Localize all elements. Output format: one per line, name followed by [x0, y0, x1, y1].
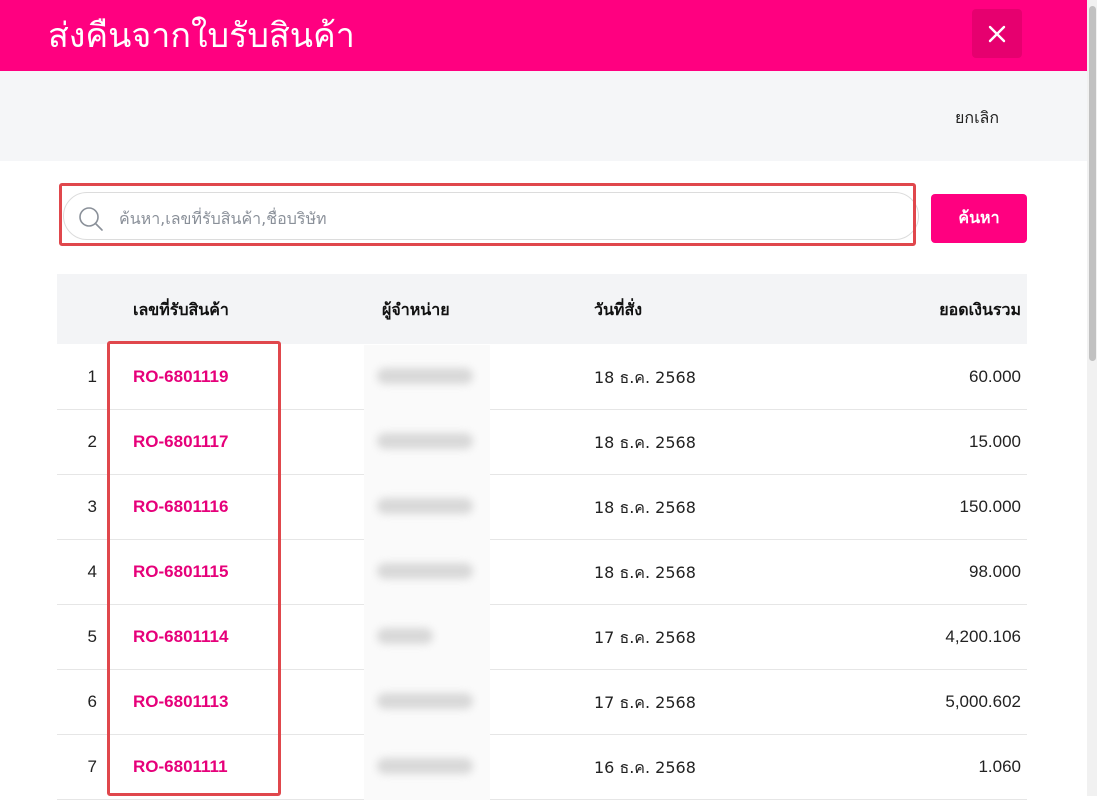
- supplier-cell: [364, 670, 490, 735]
- supplier-cell: [364, 605, 490, 670]
- supplier-redacted: [377, 498, 473, 514]
- supplier-cell: [364, 410, 490, 475]
- supplier-redacted: [377, 693, 473, 709]
- total-amount: 15.000: [969, 432, 1021, 451]
- total-amount: 5,000.602: [945, 692, 1021, 711]
- supplier-cell: [364, 540, 490, 605]
- supplier-redacted: [377, 368, 473, 384]
- row-number: 4: [87, 562, 97, 581]
- total-amount: 60.000: [969, 367, 1021, 386]
- supplier-redacted: [377, 433, 473, 449]
- modal-header: ส่งคืนจากใบรับสินค้า: [0, 0, 1087, 71]
- receipt-column-highlight-box: [107, 341, 281, 796]
- supplier-cell: [364, 475, 490, 540]
- total-amount: 4,200.106: [945, 627, 1021, 646]
- total-amount: 150.000: [959, 497, 1021, 516]
- close-icon: [988, 25, 1006, 42]
- total-amount: 1.060: [978, 757, 1021, 776]
- order-date: 18 ธ.ค. 2568: [594, 498, 696, 517]
- supplier-cell: [364, 735, 490, 800]
- row-number: 1: [87, 367, 97, 386]
- order-date: 17 ธ.ค. 2568: [594, 628, 696, 647]
- header-receipt-no: เลขที่รับสินค้า: [133, 300, 229, 319]
- order-date: 17 ธ.ค. 2568: [594, 693, 696, 712]
- row-number: 3: [87, 497, 97, 516]
- modal-toolbar: [0, 71, 1087, 161]
- order-date: 18 ธ.ค. 2568: [594, 433, 696, 452]
- header-total: ยอดเงินรวม: [939, 300, 1021, 319]
- header-order-date: วันที่สั่ง: [594, 300, 643, 319]
- row-number: 5: [87, 627, 97, 646]
- supplier-cell: [364, 345, 490, 410]
- search-highlight-box: [59, 183, 916, 246]
- search-button[interactable]: ค้นหา: [931, 194, 1027, 243]
- total-amount: 98.000: [969, 562, 1021, 581]
- supplier-redacted: [377, 628, 433, 644]
- row-number: 7: [87, 757, 97, 776]
- order-date: 16 ธ.ค. 2568: [594, 758, 696, 777]
- supplier-redacted: [377, 563, 473, 579]
- close-button[interactable]: [972, 9, 1022, 58]
- order-date: 18 ธ.ค. 2568: [594, 563, 696, 582]
- modal-title: ส่งคืนจากใบรับสินค้า: [48, 16, 355, 56]
- order-date: 18 ธ.ค. 2568: [594, 368, 696, 387]
- header-supplier: ผู้จำหน่าย: [382, 300, 450, 319]
- scrollbar-thumb[interactable]: [1089, 6, 1096, 361]
- row-number: 2: [87, 432, 97, 451]
- supplier-redacted: [377, 758, 473, 774]
- cancel-button[interactable]: ยกเลิก: [955, 106, 999, 131]
- row-number: 6: [87, 692, 97, 711]
